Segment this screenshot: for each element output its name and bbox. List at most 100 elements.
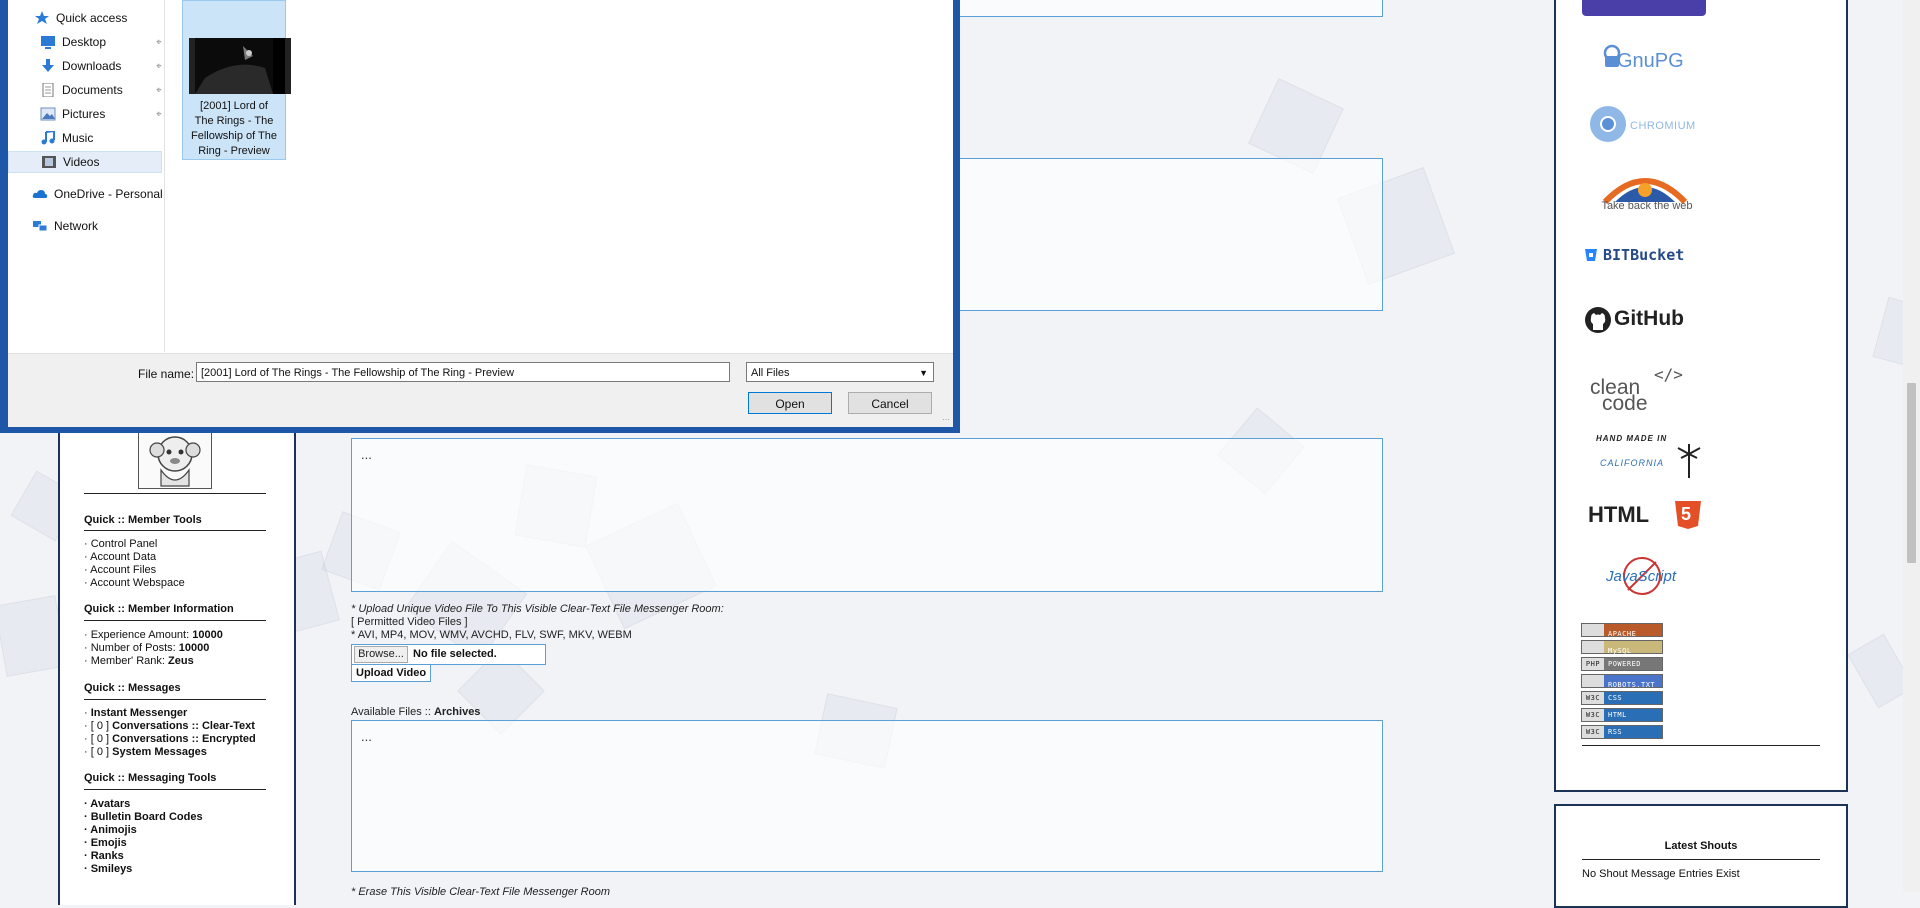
nav-item-videos[interactable]: Videos <box>8 151 162 173</box>
badge-rss[interactable]: W3C RSS <box>1581 725 1663 739</box>
link-account-files[interactable]: · Account Files <box>84 564 156 576</box>
nav-item-label: Network <box>54 219 99 233</box>
nav-item-label: Quick access <box>56 11 128 25</box>
nav-item-label: Videos <box>63 155 100 169</box>
purple-logo[interactable] <box>1582 0 1706 16</box>
open-button[interactable]: Open <box>748 392 832 414</box>
link-avatars[interactable]: · Avatars <box>84 798 130 810</box>
link-account-data[interactable]: · Account Data <box>84 551 156 563</box>
link-animojis[interactable]: · Animojis <box>84 824 137 836</box>
video-file-caption: [2001] Lord of The Rings - The Fellowshi… <box>190 100 277 157</box>
videos-icon <box>41 155 57 169</box>
avatar[interactable] <box>138 430 212 489</box>
javascript-logo[interactable]: JavaScript <box>1602 556 1692 596</box>
gnupg-logo[interactable]: GnuPG <box>1601 44 1701 74</box>
navigation-pane[interactable]: Quick access Desktop ⌖ Downloads ⌖ Documents ⌖… <box>8 0 165 352</box>
scrollbar-thumb[interactable] <box>1907 383 1916 563</box>
link-instant-messenger[interactable]: · Instant Messenger <box>84 707 187 719</box>
pin-icon: ⌖ <box>156 36 162 48</box>
star-icon <box>34 11 50 25</box>
divider <box>84 530 266 531</box>
badge-apache[interactable]: APACHE <box>1581 623 1663 638</box>
top-file-box <box>950 0 1383 17</box>
nav-item-music[interactable]: Music <box>40 127 93 149</box>
file-name-input[interactable]: [2001] Lord of The Rings - The Fellowshi… <box>196 362 730 382</box>
cancel-button[interactable]: Cancel <box>848 392 932 414</box>
browse-button[interactable]: Browse... <box>354 646 408 663</box>
link-emojis[interactable]: · Emojis <box>84 837 127 849</box>
nav-item-network[interactable]: Network <box>32 215 98 237</box>
github-logo[interactable]: GitHub <box>1584 306 1714 334</box>
badge-powered[interactable]: PHP POWERED <box>1581 657 1663 671</box>
pin-icon: ⌖ <box>156 108 162 120</box>
svg-text:</>: </> <box>1654 365 1683 384</box>
pin-icon: ⌖ <box>156 60 162 72</box>
dialog-footer: File name: [2001] Lord of The Rings - Th… <box>8 353 953 427</box>
cloud-icon <box>32 187 48 201</box>
latest-shouts-title: Latest Shouts <box>1664 840 1738 852</box>
divider <box>84 789 266 790</box>
clean-code-logo[interactable]: clean code </> <box>1590 364 1700 415</box>
nav-item-label: Music <box>62 131 94 145</box>
chromium-logo[interactable]: CHROMIUM <box>1588 104 1708 144</box>
link-account-webspace[interactable]: · Account Webspace <box>84 577 185 589</box>
link-conversations-clear-text[interactable]: · [ 0 ] Conversations :: Clear-Text <box>84 720 255 732</box>
link-control-panel[interactable]: · Control Panel <box>84 538 157 550</box>
nav-item-downloads[interactable]: Downloads <box>40 55 121 77</box>
pin-icon: ⌖ <box>156 84 162 96</box>
erase-room-note[interactable]: * Erase This Visible Clear-Text File Mes… <box>351 886 610 898</box>
available-files-label: Available Files :: Archives <box>351 706 481 718</box>
link-system-messages[interactable]: · [ 0 ] System Messages <box>84 746 207 758</box>
video-file-item[interactable]: [2001] Lord of The Rings - The Fellowshi… <box>182 0 291 160</box>
nav-item-label: Downloads <box>62 59 122 73</box>
html5-logo[interactable]: HTML 5 <box>1588 500 1708 532</box>
no-file-selected: No file selected. <box>413 648 497 660</box>
file-name-label: File name: <box>138 367 195 381</box>
link-smileys[interactable]: · Smileys <box>84 863 132 875</box>
available-files-archives: Archives <box>433 706 481 718</box>
badge-css[interactable]: W3C CSS <box>1581 691 1663 705</box>
messages-title: Quick :: Messages <box>84 682 181 694</box>
upload-note: * Upload Unique Video File To This Visib… <box>351 603 724 615</box>
badge-robots-txt[interactable]: ROBOTS.TXT <box>1581 674 1663 689</box>
member-info-title: Quick :: Member Information <box>84 603 234 615</box>
badge-left: W3C <box>1582 692 1604 704</box>
dialog-body: Quick access Desktop ⌖ Downloads ⌖ Documents ⌖… <box>8 0 953 427</box>
nav-item-desktop[interactable]: Desktop <box>40 31 106 53</box>
video-file-input[interactable]: Browse... No file selected. <box>351 644 546 665</box>
bitbucket-logo[interactable]: BITBucket <box>1584 246 1714 266</box>
badge-left: W3C <box>1582 709 1604 721</box>
chevron-down-icon: ▼ <box>919 368 928 378</box>
badge-right: ROBOTS.TXT <box>1608 681 1656 689</box>
number-of-posts: · Number of Posts: 10000 <box>84 642 210 654</box>
experience-amount: · Experience Amount: 10000 <box>84 629 223 641</box>
badge-html[interactable]: W3C HTML <box>1581 708 1663 722</box>
resize-grip-icon[interactable]: ⋯ <box>942 415 950 424</box>
nav-item-documents[interactable]: Documents <box>40 79 123 101</box>
shouts-empty-message: No Shout Message Entries Exist <box>1582 868 1740 880</box>
member-rank: · Member' Rank: Zeus <box>84 655 194 667</box>
file-type-select[interactable]: All Files ▼ <box>746 362 934 382</box>
firefox-logo[interactable]: Take back the web <box>1592 170 1702 216</box>
nav-item-pictures[interactable]: Pictures <box>40 103 105 125</box>
network-icon <box>32 219 48 233</box>
messaging-tools-title: Quick :: Messaging Tools <box>84 772 217 784</box>
archives-box-dots: ... <box>361 729 372 744</box>
member-sidebar: Quick :: Member Tools · Control Panel · … <box>58 425 296 905</box>
upload-video-button[interactable]: Upload Video <box>351 664 432 682</box>
files-box-dots: ... <box>361 447 372 462</box>
archives-box: ... <box>351 720 1383 872</box>
divider <box>84 699 266 700</box>
permitted-types: * AVI, MP4, MOV, WMV, AVCHD, FLV, SWF, M… <box>351 629 632 641</box>
permitted-files-label: [ Permitted Video Files ] <box>351 616 468 628</box>
nav-item-quick-access[interactable]: Quick access <box>34 7 127 29</box>
nav-item-label: Desktop <box>62 35 107 49</box>
link-bulletin-board-codes[interactable]: · Bulletin Board Codes <box>84 811 203 823</box>
link-conversations-encrypted[interactable]: · [ 0 ] Conversations :: Encrypted <box>84 733 256 745</box>
badge-mysql[interactable]: MySQL <box>1581 640 1663 655</box>
page-scrollbar[interactable] <box>1903 0 1920 892</box>
link-ranks[interactable]: · Ranks <box>84 850 124 862</box>
file-open-dialog: Quick access Desktop ⌖ Downloads ⌖ Documents ⌖… <box>0 0 960 433</box>
hand-made-in-california-logo[interactable]: HAND MADE IN CALIFORNIA <box>1592 434 1702 478</box>
nav-item-onedrive-personal[interactable]: OneDrive - Personal <box>32 183 163 205</box>
